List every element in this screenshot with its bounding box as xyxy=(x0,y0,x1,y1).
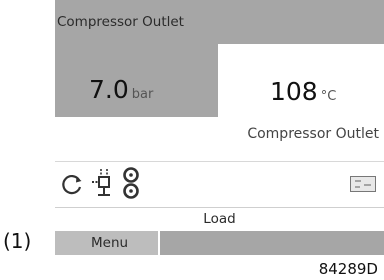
figure-code: 84289D xyxy=(318,260,378,278)
status-bar: Load xyxy=(55,207,384,232)
communication-card-icon xyxy=(350,176,376,192)
temperature-value: 108 xyxy=(270,77,318,106)
divider xyxy=(55,161,384,162)
status-icon-row xyxy=(55,163,384,205)
pressure-unit: bar xyxy=(131,87,154,102)
callout-label: (1) xyxy=(3,229,32,253)
motor-rotation-icon xyxy=(62,175,82,195)
controller-screen: Compressor Outlet 7.0 bar 108 °C Compresso… xyxy=(55,0,384,255)
top-right-panel xyxy=(218,0,384,44)
status-text: Load xyxy=(203,211,236,227)
top-panel-label: Compressor Outlet xyxy=(57,14,184,30)
temperature-readout: 108 °C xyxy=(270,77,336,106)
bottom-panel-label: Compressor Outlet xyxy=(247,126,379,142)
service-timer-icon xyxy=(123,167,139,199)
menu-bar: Menu xyxy=(55,231,384,255)
bottom-left-panel xyxy=(55,117,218,161)
pressure-value: 7.0 xyxy=(89,75,129,104)
menu-button[interactable]: Menu xyxy=(55,231,160,255)
menu-button-label: Menu xyxy=(91,235,129,251)
drain-valve-icon xyxy=(92,169,110,196)
temperature-unit: °C xyxy=(320,89,337,104)
pressure-readout: 7.0 bar xyxy=(89,75,153,104)
